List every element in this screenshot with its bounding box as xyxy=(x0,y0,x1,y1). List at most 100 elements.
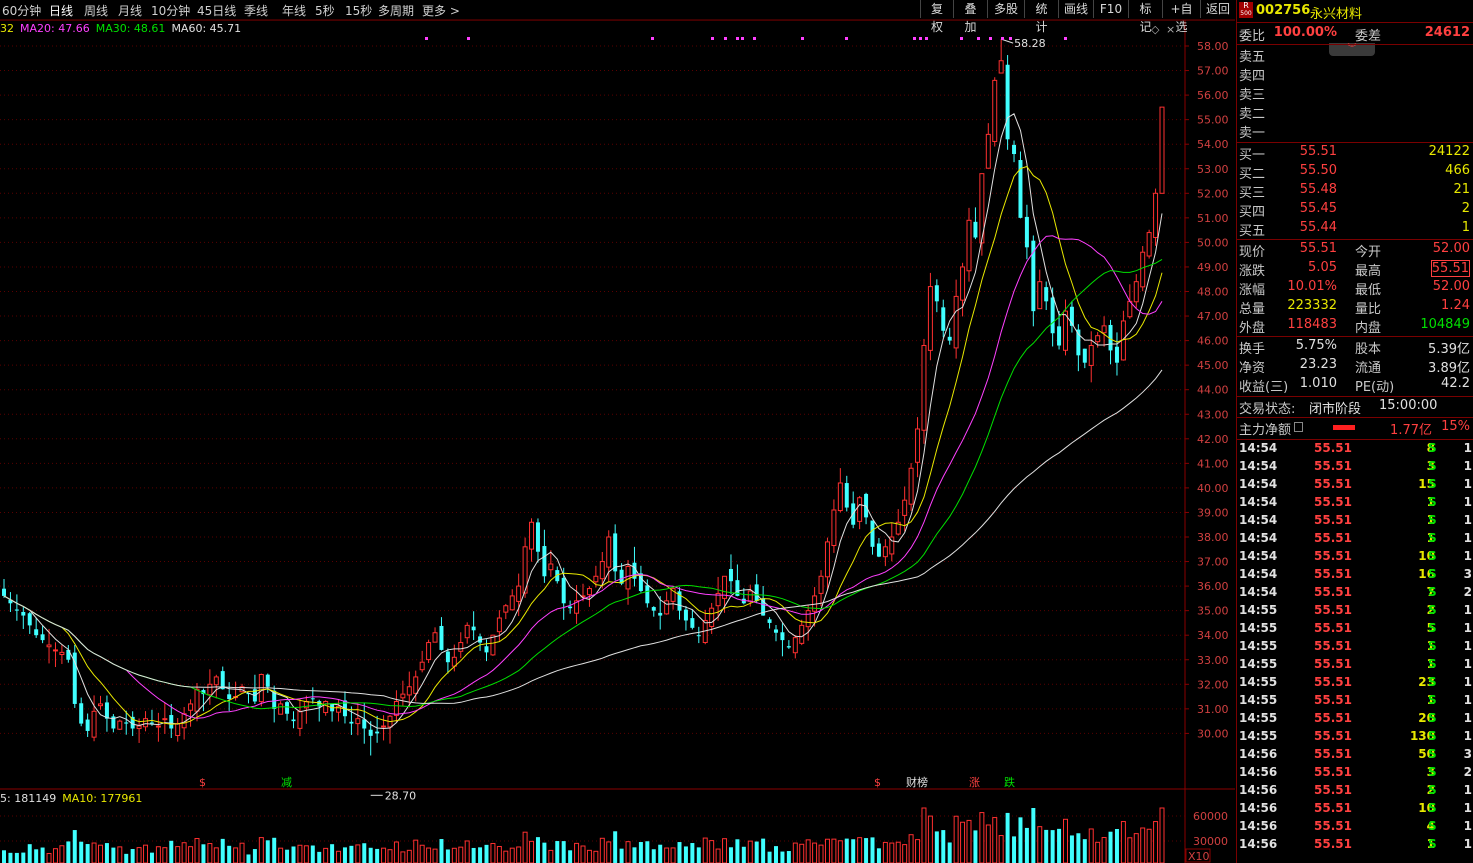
candle-body xyxy=(278,703,284,715)
volume-bar xyxy=(947,842,952,863)
tick-row: 14:55 55.51 2 S 1 xyxy=(1237,603,1473,621)
tick-price: 55.51 xyxy=(1314,819,1352,833)
volume-bar xyxy=(330,844,335,863)
sell-level-1: 卖四 xyxy=(1237,65,1473,84)
candle-body xyxy=(586,588,592,596)
volume-bar xyxy=(728,847,733,863)
signal-dot xyxy=(711,37,714,40)
event-marker[interactable]: 跌 xyxy=(1004,775,1015,789)
signal-dot xyxy=(1001,37,1004,40)
tool-button-0[interactable]: 复权 xyxy=(920,0,953,34)
quote-label: 涨幅 xyxy=(1239,283,1266,298)
tick-side: S xyxy=(1428,639,1437,653)
tick-time: 14:55 xyxy=(1239,639,1278,653)
price-tick-label: 32.00 xyxy=(1197,678,1229,691)
volume-bar xyxy=(1063,818,1068,863)
quote-row-1: 涨跌 5.05 最高 55.51 xyxy=(1237,260,1473,279)
volume-bar xyxy=(690,843,695,863)
volume-bar xyxy=(1108,831,1113,863)
volume-bar xyxy=(246,854,251,863)
period-tab-8[interactable]: 5秒 xyxy=(315,2,335,19)
diamond-icon[interactable]: ◇ xyxy=(1151,23,1160,36)
volume-bar xyxy=(882,841,888,863)
candle-body xyxy=(406,686,412,696)
candle-body xyxy=(613,533,618,572)
event-marker[interactable]: 财榜 xyxy=(906,775,928,789)
candle-body xyxy=(973,221,978,238)
period-tab-7[interactable]: 年线 xyxy=(282,2,306,19)
candle-body xyxy=(709,607,715,628)
tool-button-3[interactable]: 统计 xyxy=(1024,0,1058,34)
tick-count: 2 xyxy=(1463,765,1472,779)
tool-button-7[interactable]: +自选 xyxy=(1162,0,1200,34)
fundamental-row-0: 换手 5.75% 股本 5.39亿 xyxy=(1237,338,1473,357)
candle-body xyxy=(46,644,52,648)
candle-body xyxy=(1088,345,1094,366)
event-marker[interactable]: $ xyxy=(199,776,206,789)
tick-price: 55.51 xyxy=(1314,441,1352,455)
event-marker[interactable]: 减 xyxy=(281,776,292,789)
fundamental-value: 5.75% xyxy=(1295,338,1337,353)
buy-level-0: 买一 55.51 24122 xyxy=(1237,144,1473,163)
tick-row: 14:56 55.51 10 S 1 xyxy=(1237,801,1473,819)
volume-bar xyxy=(844,838,849,863)
sell-level-4: 卖一 xyxy=(1237,122,1473,141)
badge-top: R xyxy=(1243,1,1249,10)
candle-body xyxy=(1012,144,1017,155)
price-tick-label: 36.00 xyxy=(1197,580,1229,593)
stock-name[interactable]: 永兴材料 xyxy=(1310,3,1362,22)
stock-code[interactable]: 002756 xyxy=(1256,3,1310,18)
tool-button-1[interactable]: 叠加 xyxy=(953,0,987,34)
candle-body xyxy=(599,561,605,580)
volume-bar xyxy=(297,844,303,863)
candle-body xyxy=(1095,335,1101,343)
tool-button-8[interactable]: 返回 xyxy=(1200,0,1235,18)
period-tab-2[interactable]: 周线 xyxy=(84,2,108,19)
tick-price: 55.51 xyxy=(1314,783,1352,797)
quote-label-2: 今开 xyxy=(1355,245,1382,260)
price-tick-label: 43.00 xyxy=(1197,408,1229,421)
candle-body xyxy=(496,617,502,633)
volume-bar xyxy=(606,841,612,863)
weibi-row: 委比 100.00% 委差 24612 xyxy=(1237,25,1473,44)
event-marker[interactable]: $ xyxy=(874,776,881,789)
tool-button-5[interactable]: F10 xyxy=(1093,0,1128,18)
volume-bar xyxy=(46,853,52,863)
candle-body xyxy=(1037,281,1043,310)
signal-dot xyxy=(1064,37,1067,40)
volume-bar xyxy=(580,845,586,863)
candle-body xyxy=(136,725,142,730)
fundamental-row-2: 收益(三) 1.010 PE(动) 42.2 xyxy=(1237,376,1473,395)
volume-bar xyxy=(973,830,978,863)
volume-bar xyxy=(169,840,174,863)
volume-bar xyxy=(658,844,663,863)
period-tab-10[interactable]: 多周期 xyxy=(378,2,414,19)
main-force-bar xyxy=(1333,425,1355,430)
period-tab-9[interactable]: 15秒 xyxy=(345,2,372,19)
volume-bar xyxy=(586,849,592,863)
period-tab-4[interactable]: 10分钟 xyxy=(151,2,190,19)
period-tab-0[interactable]: 60分钟 xyxy=(2,2,41,19)
period-tab-5[interactable]: 45日线 xyxy=(197,2,236,19)
period-tab-3[interactable]: 月线 xyxy=(118,2,142,19)
period-tab-1[interactable]: 日线 xyxy=(49,2,73,19)
period-tab-6[interactable]: 季线 xyxy=(244,2,268,19)
tool-button-6[interactable]: 标记 xyxy=(1128,0,1162,34)
volume-bar xyxy=(799,843,805,863)
tool-button-4[interactable]: 画线 xyxy=(1058,0,1093,18)
candle-body xyxy=(419,661,425,671)
kline-chart[interactable]: 58.00 57.00 56.00 55.00 54.00 53.00 52.00 51.00… xyxy=(0,0,1235,863)
list-icon[interactable] xyxy=(1294,422,1303,432)
status-value: 闭市阶段 xyxy=(1309,402,1362,417)
candle-body xyxy=(227,694,232,700)
volume-bar xyxy=(478,847,483,863)
tool-button-2[interactable]: 多股 xyxy=(987,0,1024,18)
signal-dot xyxy=(736,37,739,40)
close-icon[interactable]: × xyxy=(1166,23,1175,36)
candle-body xyxy=(927,286,933,351)
period-tab-11[interactable]: 更多 > xyxy=(422,2,460,19)
volume-bar xyxy=(792,842,798,863)
event-marker[interactable]: 涨 xyxy=(969,776,980,789)
volume-bar xyxy=(503,850,509,863)
signal-dot xyxy=(425,37,428,40)
